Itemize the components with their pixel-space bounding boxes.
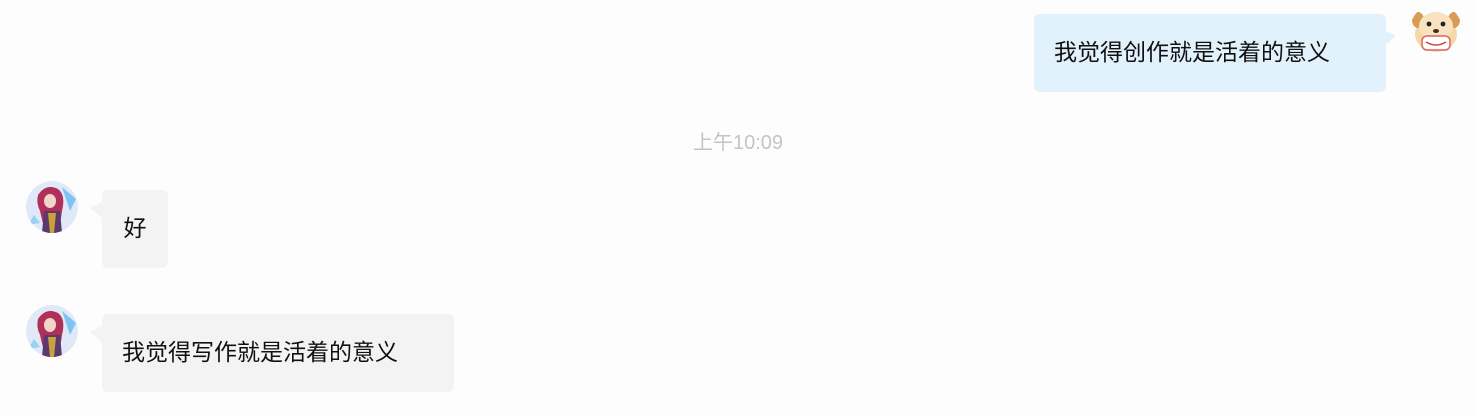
message-text: 我觉得创作就是活着的意义 (1054, 39, 1330, 66)
dog-cartoon-avatar[interactable] (1410, 4, 1462, 56)
chat-window: 我觉得创作就是活着的意义 上午10:09 好 我觉得写作就是活着的意义 (0, 0, 1476, 416)
message-timestamp: 上午10:09 (692, 132, 784, 154)
incoming-message-bubble[interactable]: 我觉得写作就是活着的意义 (102, 314, 454, 392)
outgoing-message-bubble[interactable]: 我觉得创作就是活着的意义 (1034, 14, 1386, 92)
bubble-tail (90, 326, 102, 342)
bubble-tail (90, 202, 102, 218)
message-text: 我觉得写作就是活着的意义 (122, 339, 398, 366)
bubble-tail (1384, 30, 1396, 46)
incoming-message-bubble[interactable]: 好 (102, 190, 168, 268)
anime-character-avatar[interactable] (26, 181, 78, 233)
message-text: 好 (123, 215, 147, 242)
anime-character-avatar[interactable] (26, 305, 78, 357)
